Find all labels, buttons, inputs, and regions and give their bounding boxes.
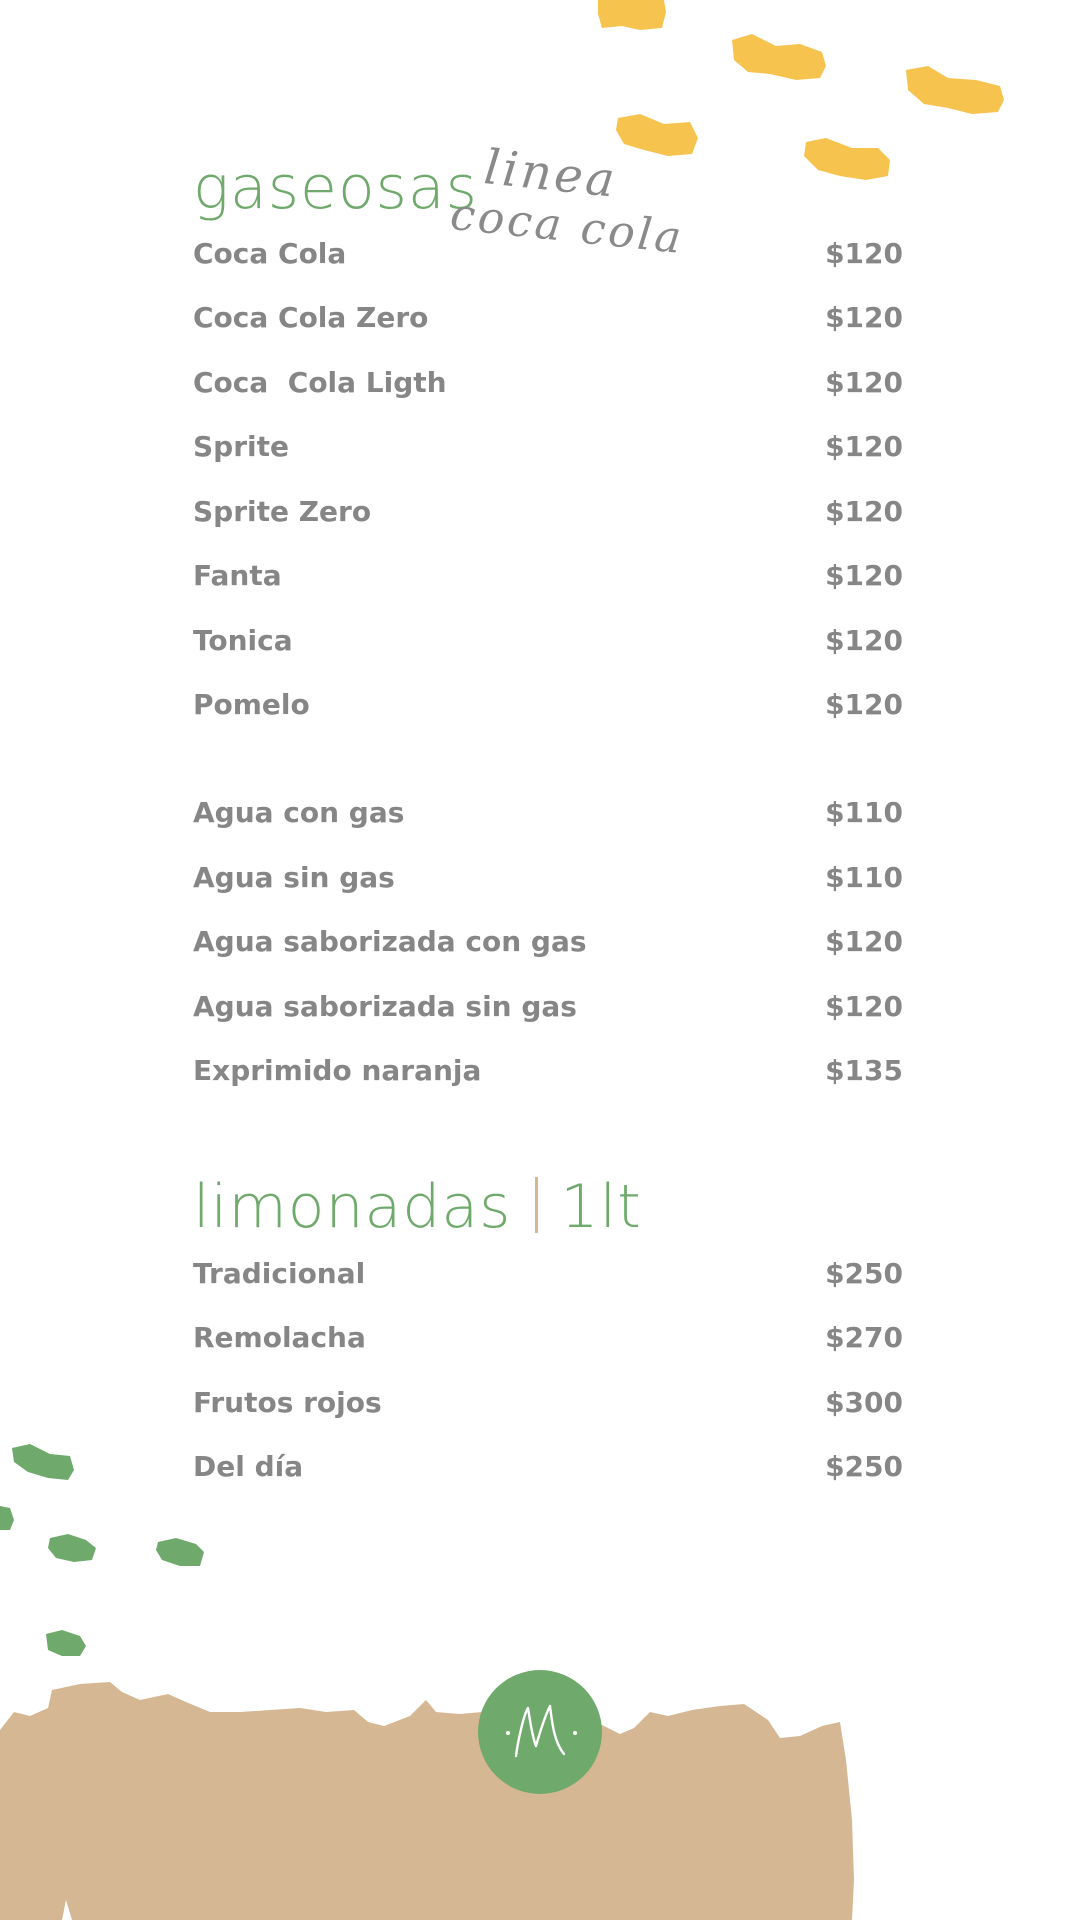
- menu-item-price: $110: [825, 796, 903, 829]
- yellow-brush-stroke: [616, 114, 698, 156]
- menu-item-name: Agua con gas: [193, 796, 405, 829]
- menu-item-price: $120: [825, 495, 903, 528]
- menu-item-name: Coca Cola: [193, 237, 347, 270]
- yellow-brush-stroke: [804, 138, 890, 180]
- menu-item-price: $270: [825, 1321, 903, 1354]
- menu-item: Agua saborizada sin gas $120: [193, 987, 903, 1027]
- menu-item: Tonica $120: [193, 621, 903, 661]
- menu-item-name: Pomelo: [193, 688, 310, 721]
- menu-item-name: Frutos rojos: [193, 1386, 382, 1419]
- green-brush-stroke: [0, 1506, 14, 1530]
- section-title-limonadas: limonadas 1lt: [193, 1177, 642, 1237]
- menu-item: Agua con gas $110: [193, 793, 903, 833]
- yellow-brush-stroke: [906, 66, 1004, 114]
- section-title-text: limonadas: [193, 1172, 512, 1242]
- menu-item-price: $120: [825, 925, 903, 958]
- menu-item-name: Remolacha: [193, 1321, 366, 1354]
- menu-item: Pomelo $120: [193, 685, 903, 725]
- menu-item: Coca Cola Ligth $120: [193, 363, 903, 403]
- green-brush-strokes: [0, 1444, 204, 1656]
- yellow-brush-stroke: [732, 34, 826, 80]
- section-title-gaseosas: gaseosas: [193, 153, 478, 223]
- menu-item: Del día $250: [193, 1447, 903, 1487]
- menu-item-name: Fanta: [193, 559, 282, 592]
- yellow-brush-strokes: [598, 0, 1004, 180]
- menu-item-name: Exprimido naranja: [193, 1054, 482, 1087]
- menu-item: Exprimido naranja $135: [193, 1051, 903, 1091]
- menu-item: Sprite $120: [193, 427, 903, 467]
- menu-item: Fanta $120: [193, 556, 903, 596]
- section-size-label: 1lt: [560, 1172, 642, 1242]
- logo-badge: [478, 1670, 602, 1794]
- menu-item-name: Coca Cola Zero: [193, 301, 429, 334]
- menu-item-name: Tonica: [193, 624, 293, 657]
- title-separator: [535, 1177, 539, 1233]
- menu-item-price: $120: [825, 624, 903, 657]
- menu-item-name: Coca Cola Ligth: [193, 366, 447, 399]
- green-brush-stroke: [12, 1444, 74, 1480]
- yellow-brush-stroke: [598, 0, 666, 30]
- menu-item-price: $120: [825, 990, 903, 1023]
- menu-item-name: Sprite Zero: [193, 495, 372, 528]
- menu-item-price: $120: [825, 237, 903, 270]
- menu-item-price: $135: [825, 1054, 903, 1087]
- menu-item: Frutos rojos $300: [193, 1383, 903, 1423]
- menu-item-price: $120: [825, 688, 903, 721]
- menu-item-price: $250: [825, 1257, 903, 1290]
- menu-item: Agua saborizada con gas $120: [193, 922, 903, 962]
- menu-item: Tradicional $250: [193, 1254, 903, 1294]
- menu-item-price: $120: [825, 366, 903, 399]
- menu-item-name: Sprite: [193, 430, 289, 463]
- menu-item-name: Tradicional: [193, 1257, 366, 1290]
- menu-item-name: Del día: [193, 1450, 304, 1483]
- menu-item: Agua sin gas $110: [193, 858, 903, 898]
- menu-item-price: $250: [825, 1450, 903, 1483]
- menu-item-name: Agua sin gas: [193, 861, 395, 894]
- menu-item-price: $120: [825, 559, 903, 592]
- menu-item: Sprite Zero $120: [193, 492, 903, 532]
- green-brush-stroke: [48, 1534, 96, 1562]
- menu-item-name: Agua saborizada con gas: [193, 925, 587, 958]
- sand-torn-shape: [0, 1682, 854, 1920]
- green-brush-stroke: [156, 1538, 204, 1566]
- menu-item-name: Agua saborizada sin gas: [193, 990, 577, 1023]
- menu-item-price: $120: [825, 301, 903, 334]
- menu-item: Coca Cola $120: [193, 234, 903, 274]
- menu-item-price: $300: [825, 1386, 903, 1419]
- menu-item-price: $110: [825, 861, 903, 894]
- menu-item-price: $120: [825, 430, 903, 463]
- menu-item: Remolacha $270: [193, 1318, 903, 1358]
- menu-item: Coca Cola Zero $120: [193, 298, 903, 338]
- green-brush-stroke: [46, 1630, 86, 1656]
